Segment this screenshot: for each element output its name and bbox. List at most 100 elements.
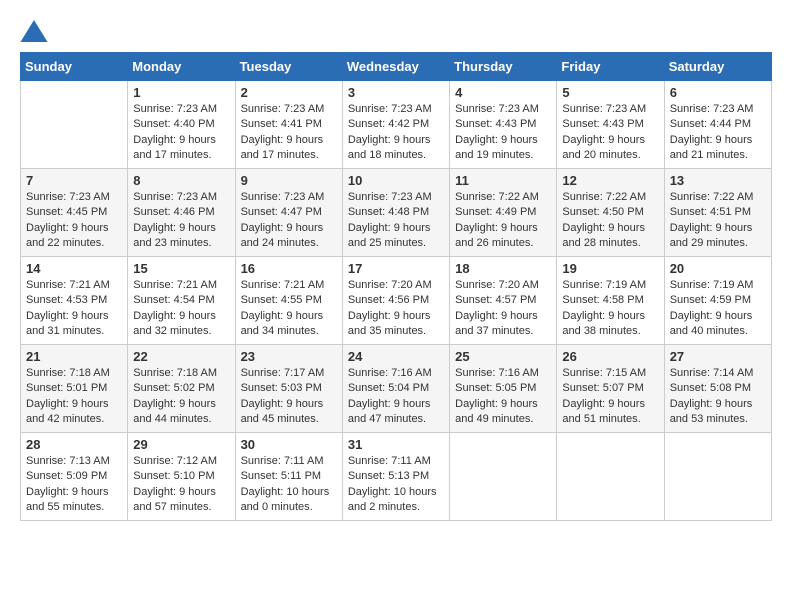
sunset-text: Sunset: 5:07 PM [562, 381, 658, 396]
column-header-sunday: Sunday [21, 53, 128, 81]
daylight-text-1: Daylight: 9 hours [26, 485, 122, 500]
daylight-text-1: Daylight: 9 hours [348, 397, 444, 412]
daylight-text-2: and 20 minutes. [562, 148, 658, 163]
daylight-text-2: and 19 minutes. [455, 148, 551, 163]
calendar-cell: 9Sunrise: 7:23 AMSunset: 4:47 PMDaylight… [235, 169, 342, 257]
day-number: 11 [455, 173, 551, 188]
sunrise-text: Sunrise: 7:23 AM [241, 190, 337, 205]
logo [20, 20, 52, 42]
sunset-text: Sunset: 4:58 PM [562, 293, 658, 308]
daylight-text-2: and 45 minutes. [241, 412, 337, 427]
sunrise-text: Sunrise: 7:19 AM [670, 278, 766, 293]
sunset-text: Sunset: 4:57 PM [455, 293, 551, 308]
day-number: 15 [133, 261, 229, 276]
daylight-text-1: Daylight: 9 hours [26, 221, 122, 236]
daylight-text-2: and 55 minutes. [26, 500, 122, 515]
sunrise-text: Sunrise: 7:22 AM [562, 190, 658, 205]
calendar-cell: 24Sunrise: 7:16 AMSunset: 5:04 PMDayligh… [342, 345, 449, 433]
calendar-cell: 30Sunrise: 7:11 AMSunset: 5:11 PMDayligh… [235, 433, 342, 521]
daylight-text-2: and 18 minutes. [348, 148, 444, 163]
daylight-text-2: and 23 minutes. [133, 236, 229, 251]
calendar-table: SundayMondayTuesdayWednesdayThursdayFrid… [20, 52, 772, 521]
daylight-text-2: and 31 minutes. [26, 324, 122, 339]
daylight-text-1: Daylight: 9 hours [562, 133, 658, 148]
calendar-cell: 11Sunrise: 7:22 AMSunset: 4:49 PMDayligh… [450, 169, 557, 257]
calendar-cell: 25Sunrise: 7:16 AMSunset: 5:05 PMDayligh… [450, 345, 557, 433]
sunrise-text: Sunrise: 7:12 AM [133, 454, 229, 469]
daylight-text-1: Daylight: 9 hours [670, 221, 766, 236]
daylight-text-1: Daylight: 9 hours [26, 309, 122, 324]
day-number: 23 [241, 349, 337, 364]
sunset-text: Sunset: 4:45 PM [26, 205, 122, 220]
sunrise-text: Sunrise: 7:23 AM [26, 190, 122, 205]
daylight-text-2: and 34 minutes. [241, 324, 337, 339]
calendar-cell: 27Sunrise: 7:14 AMSunset: 5:08 PMDayligh… [664, 345, 771, 433]
sunrise-text: Sunrise: 7:11 AM [348, 454, 444, 469]
sunrise-text: Sunrise: 7:18 AM [133, 366, 229, 381]
day-number: 9 [241, 173, 337, 188]
day-number: 7 [26, 173, 122, 188]
calendar-cell: 18Sunrise: 7:20 AMSunset: 4:57 PMDayligh… [450, 257, 557, 345]
sunset-text: Sunset: 4:44 PM [670, 117, 766, 132]
calendar-cell: 4 Sunrise: 7:23 AMSunset: 4:43 PMDaylight… [450, 81, 557, 169]
daylight-text-1: Daylight: 9 hours [562, 221, 658, 236]
sunrise-text: Sunrise: 7:23 AM [455, 102, 551, 117]
daylight-text-1: Daylight: 10 hours [241, 485, 337, 500]
calendar-cell: 6Sunrise: 7:23 AMSunset: 4:44 PMDaylight… [664, 81, 771, 169]
calendar-week-row: 1Sunrise: 7:23 AMSunset: 4:40 PMDaylight… [21, 81, 772, 169]
daylight-text-2: and 26 minutes. [455, 236, 551, 251]
calendar-cell: 3Sunrise: 7:23 AMSunset: 4:42 PMDaylight… [342, 81, 449, 169]
daylight-text-1: Daylight: 9 hours [348, 133, 444, 148]
sunrise-text: Sunrise: 7:17 AM [241, 366, 337, 381]
daylight-text-1: Daylight: 9 hours [133, 309, 229, 324]
daylight-text-2: and 24 minutes. [241, 236, 337, 251]
daylight-text-2: and 35 minutes. [348, 324, 444, 339]
daylight-text-1: Daylight: 10 hours [348, 485, 444, 500]
day-number: 29 [133, 437, 229, 452]
calendar-week-row: 14Sunrise: 7:21 AMSunset: 4:53 PMDayligh… [21, 257, 772, 345]
column-header-wednesday: Wednesday [342, 53, 449, 81]
calendar-cell: 22Sunrise: 7:18 AMSunset: 5:02 PMDayligh… [128, 345, 235, 433]
sunrise-text: Sunrise: 7:16 AM [455, 366, 551, 381]
day-number: 18 [455, 261, 551, 276]
calendar-cell: 13Sunrise: 7:22 AMSunset: 4:51 PMDayligh… [664, 169, 771, 257]
calendar-cell: 19Sunrise: 7:19 AMSunset: 4:58 PMDayligh… [557, 257, 664, 345]
daylight-text-2: and 28 minutes. [562, 236, 658, 251]
sunrise-text: Sunrise: 7:22 AM [455, 190, 551, 205]
sunset-text: Sunset: 4:48 PM [348, 205, 444, 220]
day-number: 16 [241, 261, 337, 276]
daylight-text-1: Daylight: 9 hours [455, 133, 551, 148]
sunset-text: Sunset: 4:43 PM [455, 117, 551, 132]
sunset-text: Sunset: 5:04 PM [348, 381, 444, 396]
column-header-tuesday: Tuesday [235, 53, 342, 81]
day-number: 31 [348, 437, 444, 452]
daylight-text-1: Daylight: 9 hours [670, 133, 766, 148]
sunset-text: Sunset: 5:05 PM [455, 381, 551, 396]
daylight-text-2: and 49 minutes. [455, 412, 551, 427]
daylight-text-2: and 17 minutes. [133, 148, 229, 163]
sunrise-text: Sunrise: 7:11 AM [241, 454, 337, 469]
sunrise-text: Sunrise: 7:21 AM [241, 278, 337, 293]
sunrise-text: Sunrise: 7:15 AM [562, 366, 658, 381]
calendar-cell: 23Sunrise: 7:17 AMSunset: 5:03 PMDayligh… [235, 345, 342, 433]
daylight-text-2: and 22 minutes. [26, 236, 122, 251]
header [20, 20, 772, 42]
daylight-text-1: Daylight: 9 hours [241, 397, 337, 412]
daylight-text-1: Daylight: 9 hours [562, 309, 658, 324]
sunrise-text: Sunrise: 7:21 AM [133, 278, 229, 293]
day-number: 24 [348, 349, 444, 364]
daylight-text-1: Daylight: 9 hours [562, 397, 658, 412]
calendar-cell: 8Sunrise: 7:23 AMSunset: 4:46 PMDaylight… [128, 169, 235, 257]
sunrise-text: Sunrise: 7:22 AM [670, 190, 766, 205]
daylight-text-2: and 32 minutes. [133, 324, 229, 339]
day-number: 4 [455, 85, 551, 100]
day-number: 30 [241, 437, 337, 452]
sunrise-text: Sunrise: 7:13 AM [26, 454, 122, 469]
daylight-text-2: and 21 minutes. [670, 148, 766, 163]
daylight-text-1: Daylight: 9 hours [133, 397, 229, 412]
day-number: 5 [562, 85, 658, 100]
calendar-week-row: 21Sunrise: 7:18 AMSunset: 5:01 PMDayligh… [21, 345, 772, 433]
sunrise-text: Sunrise: 7:23 AM [562, 102, 658, 117]
calendar-cell: 10Sunrise: 7:23 AMSunset: 4:48 PMDayligh… [342, 169, 449, 257]
day-number: 14 [26, 261, 122, 276]
